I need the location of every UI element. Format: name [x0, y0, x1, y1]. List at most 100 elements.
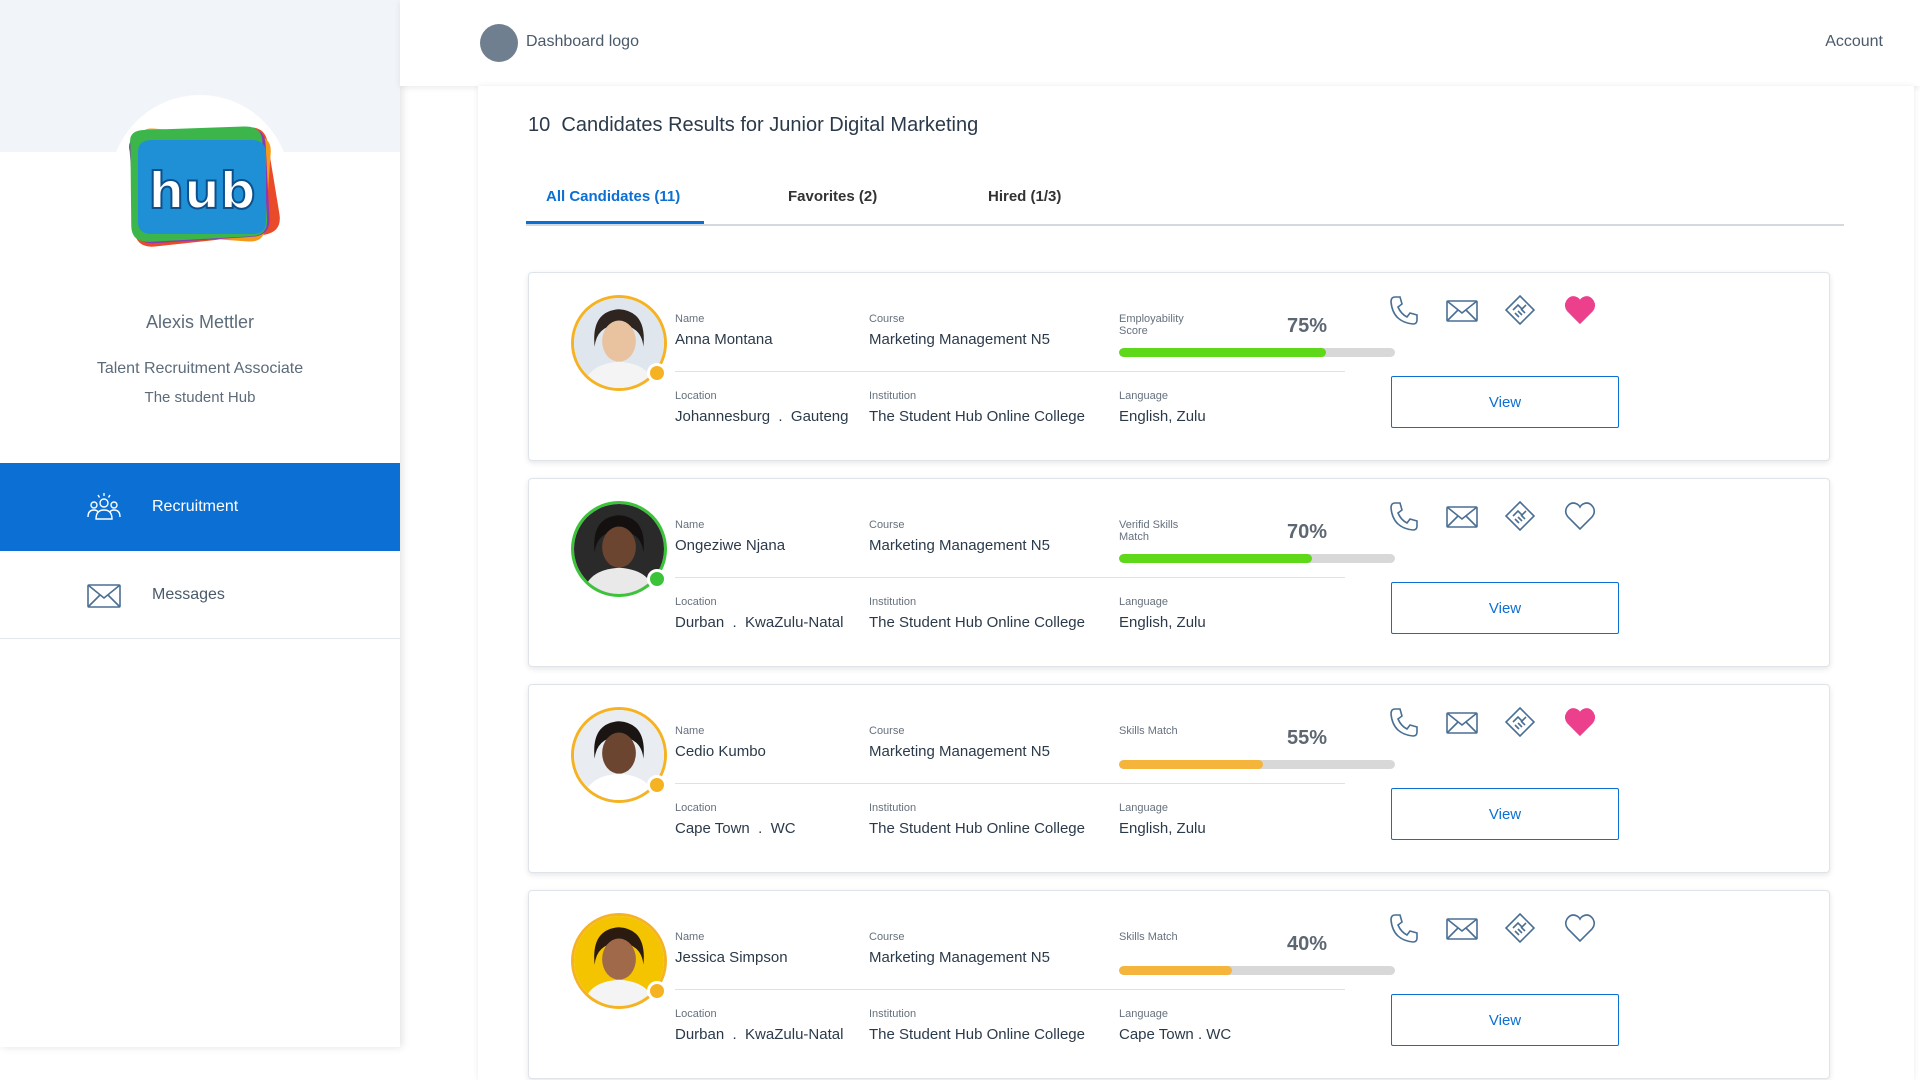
tab-hired[interactable]: Hired (1/3) — [988, 188, 1061, 205]
view-button[interactable]: View — [1391, 582, 1619, 634]
profile-role: Talent Recruitment Associate — [96, 360, 304, 377]
score-progress-bar — [1119, 348, 1395, 357]
candidate-institution: The Student Hub Online College — [869, 408, 1085, 425]
course-label: Course — [869, 931, 905, 943]
score-label: Verifid Skills Match — [1119, 519, 1179, 543]
candidate-name: Jessica Simpson — [675, 949, 788, 966]
score-progress-fill — [1119, 348, 1326, 357]
phone-icon[interactable] — [1387, 499, 1421, 533]
location-label: Location — [675, 1008, 717, 1020]
course-label: Course — [869, 725, 905, 737]
handshake-icon[interactable] — [1503, 499, 1537, 533]
candidate-course: Marketing Management N5 — [869, 537, 1050, 554]
favorite-heart-icon[interactable] — [1563, 499, 1597, 533]
score-label: Skills Match — [1119, 931, 1178, 943]
favorite-heart-icon[interactable] — [1563, 911, 1597, 945]
candidate-name: Cedio Kumbo — [675, 743, 766, 760]
view-button[interactable]: View — [1391, 994, 1619, 1046]
phone-icon[interactable] — [1387, 911, 1421, 945]
handshake-icon[interactable] — [1503, 911, 1537, 945]
view-button[interactable]: View — [1391, 788, 1619, 840]
sidebar: hub Alexis Mettler Talent Recruitment As… — [0, 0, 400, 1047]
institution-label: Institution — [869, 390, 917, 402]
score-progress-fill — [1119, 760, 1263, 769]
location-label: Location — [675, 390, 717, 402]
candidate-course: Marketing Management N5 — [869, 949, 1050, 966]
status-indicator — [647, 569, 667, 589]
score-value: 40% — [1286, 933, 1327, 955]
row-divider — [675, 577, 1345, 578]
sidebar-item-label: Messages — [152, 585, 225, 603]
top-header: Dashboard logo Account — [400, 0, 1920, 86]
institution-label: Institution — [869, 802, 917, 814]
account-link[interactable]: Account — [1825, 33, 1883, 51]
candidate-card: Name Ongeziwe Njana Course Marketing Man… — [528, 478, 1830, 667]
location-region: Gauteng — [790, 408, 849, 425]
view-button[interactable]: View — [1391, 376, 1619, 428]
name-label: Name — [675, 519, 705, 531]
candidate-course: Marketing Management N5 — [869, 331, 1050, 348]
hub-logo-text: hub — [149, 162, 256, 220]
candidate-tabs: All Candidates (11) Favorites (2) Hired … — [526, 186, 1844, 226]
candidate-institution: The Student Hub Online College — [869, 820, 1085, 837]
candidate-institution: The Student Hub Online College — [869, 614, 1085, 631]
favorite-heart-icon[interactable] — [1563, 293, 1597, 327]
location-region: KwaZulu-Natal — [745, 614, 844, 631]
score-value: 75% — [1286, 315, 1327, 337]
row-divider — [675, 371, 1345, 372]
candidate-card: Name Anna Montana Course Marketing Manag… — [528, 272, 1830, 461]
people-group-icon — [87, 493, 121, 520]
handshake-icon[interactable] — [1503, 293, 1537, 327]
name-label: Name — [675, 725, 705, 737]
location-city: Durban — [675, 1026, 725, 1043]
language-label: Language — [1119, 390, 1168, 402]
status-indicator — [647, 775, 667, 795]
envelope-icon — [87, 584, 121, 608]
sidebar-item-messages[interactable]: Messages — [0, 551, 400, 639]
hub-logo: hub — [129, 126, 280, 247]
status-indicator — [647, 363, 667, 383]
sidebar-item-recruitment[interactable]: Recruitment — [0, 463, 400, 551]
envelope-icon[interactable] — [1445, 705, 1479, 739]
location-region: WC — [770, 820, 796, 837]
score-progress-bar — [1119, 554, 1395, 563]
institution-label: Institution — [869, 596, 917, 608]
score-progress-bar — [1119, 760, 1395, 769]
dashboard-logo-icon[interactable] — [480, 24, 518, 62]
candidate-language: English, Zulu — [1119, 614, 1206, 631]
score-progress-fill — [1119, 554, 1313, 563]
score-label: Skills Match — [1119, 725, 1178, 737]
envelope-icon[interactable] — [1445, 293, 1479, 327]
candidate-card: Name Jessica Simpson Course Marketing Ma… — [528, 890, 1830, 1079]
location-city: Durban — [675, 614, 725, 631]
score-value: 70% — [1286, 521, 1327, 543]
handshake-icon[interactable] — [1503, 705, 1537, 739]
language-label: Language — [1119, 802, 1168, 814]
candidate-language: English, Zulu — [1119, 408, 1206, 425]
favorite-heart-icon[interactable] — [1563, 705, 1597, 739]
name-label: Name — [675, 931, 705, 943]
candidate-language: Cape Town . WC — [1119, 1026, 1232, 1043]
institution-label: Institution — [869, 1008, 917, 1020]
envelope-icon[interactable] — [1445, 499, 1479, 533]
envelope-icon[interactable] — [1445, 911, 1479, 945]
status-indicator — [647, 981, 667, 1001]
candidate-location: Durban . KwaZulu-Natal — [675, 614, 844, 631]
location-region: KwaZulu-Natal — [745, 1026, 844, 1043]
location-city: Cape Town — [675, 820, 750, 837]
score-value: 55% — [1286, 727, 1327, 749]
dashboard-logo-text[interactable]: Dashboard logo — [526, 33, 639, 51]
candidate-location: Johannesburg . Gauteng — [675, 408, 849, 425]
tab-favorites[interactable]: Favorites (2) — [788, 188, 877, 205]
page-title: 10 Candidates Results for Junior Digital… — [528, 114, 978, 137]
results-title-text: Candidates Results for Junior Digital Ma… — [561, 114, 979, 136]
candidate-location: Cape Town . WC — [675, 820, 796, 837]
row-divider — [675, 783, 1345, 784]
score-progress-fill — [1119, 966, 1233, 975]
profile-organization: The student Hub — [144, 389, 256, 406]
candidate-name: Anna Montana — [675, 331, 773, 348]
tab-all-candidates[interactable]: All Candidates (11) — [546, 188, 680, 205]
phone-icon[interactable] — [1387, 293, 1421, 327]
language-label: Language — [1119, 1008, 1168, 1020]
phone-icon[interactable] — [1387, 705, 1421, 739]
